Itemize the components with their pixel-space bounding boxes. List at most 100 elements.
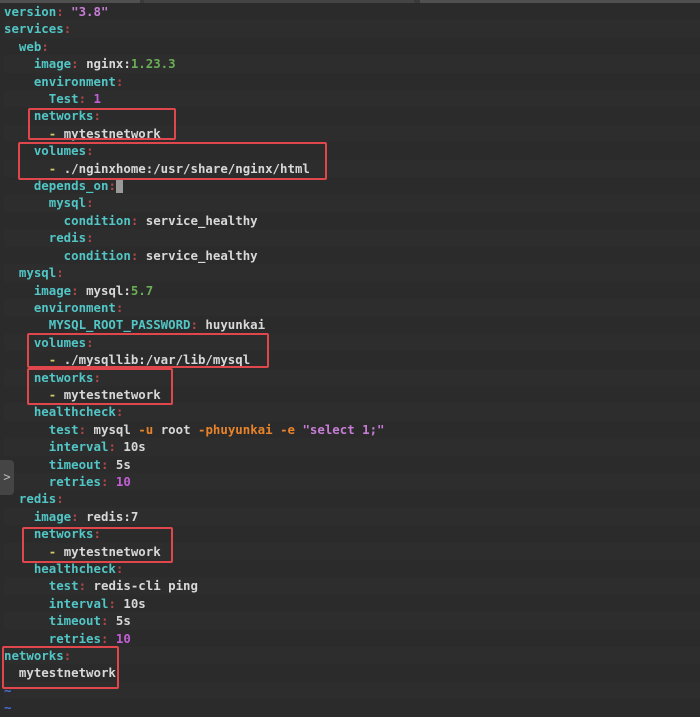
yaml-colon: : (78, 91, 94, 107)
yaml-colon: : (78, 578, 94, 594)
yaml-value: mytestnetwork (63, 125, 161, 141)
code-line[interactable]: version: "3.8" (4, 3, 700, 20)
yaml-key: interval (4, 595, 109, 611)
code-line[interactable]: - mytestnetwork (4, 542, 700, 560)
yaml-list-dash: - (4, 125, 64, 141)
code-line[interactable]: redis: (4, 229, 700, 247)
yaml-key: web (4, 38, 42, 54)
yaml-colon: : (86, 230, 94, 246)
code-line[interactable]: environment: (4, 298, 700, 317)
yaml-list-dash: - (4, 160, 64, 176)
yaml-colon: : (115, 299, 124, 315)
code-line[interactable]: redis: (4, 490, 700, 507)
code-line[interactable]: networks: (4, 525, 700, 542)
code-line[interactable]: condition: service_healthy (4, 212, 700, 229)
code-line[interactable]: web: (4, 38, 700, 55)
code-line[interactable]: - ./nginxhome:/usr/share/nginx/html (4, 159, 700, 178)
code-line[interactable]: environment: (4, 73, 700, 90)
yaml-colon: : (100, 613, 116, 629)
code-line[interactable]: - mytestnetwork (4, 386, 700, 403)
yaml-number: 10 (115, 473, 131, 489)
code-line[interactable]: networks: (4, 107, 700, 124)
code-line[interactable]: healthcheck: (4, 560, 700, 577)
yaml-key: depends_on (4, 178, 109, 194)
code-line[interactable]: MYSQL_ROOT_PASSWORD: huyunkai (4, 316, 700, 333)
yaml-key: interval (4, 439, 109, 455)
code-line[interactable]: Test: 1 (4, 90, 700, 108)
yaml-key: networks (4, 108, 94, 124)
yaml-colon: : (108, 178, 116, 194)
code-line[interactable]: ~ (4, 699, 700, 716)
yaml-colon: : (86, 334, 94, 350)
code-line[interactable]: networks: (4, 368, 700, 386)
code-line[interactable]: image: mysql:5.7 (4, 282, 700, 299)
code-line[interactable]: timeout: 5s (4, 612, 700, 630)
yaml-value: service_healthy (145, 247, 258, 263)
code-line[interactable]: volumes: (4, 142, 700, 159)
code-line[interactable]: image: redis:7 (4, 507, 700, 526)
code-line[interactable]: test: mysql -u root -phuyunkai -e "selec… (4, 421, 700, 438)
code-line[interactable]: retries: 10 (4, 472, 700, 491)
yaml-colon: : (108, 439, 124, 455)
code-line[interactable]: condition: service_healthy (4, 247, 700, 264)
yaml-colon: : (100, 473, 116, 489)
yaml-number: 5.7 (130, 282, 154, 298)
yaml-key: timeout (4, 613, 101, 629)
code-line[interactable]: mysql: (4, 194, 700, 212)
yaml-colon: : (93, 369, 101, 385)
yaml-string: "3.8" (71, 4, 109, 19)
yaml-value: 10s (123, 595, 146, 611)
yaml-colon: : (115, 404, 124, 420)
yaml-key: services (4, 21, 64, 37)
yaml-colon: : (100, 630, 116, 646)
chevron-right-icon[interactable]: > (0, 460, 14, 495)
yaml-key: volumes (4, 143, 87, 159)
code-line[interactable]: test: redis-cli ping (4, 577, 700, 595)
yaml-key: retries (4, 473, 101, 489)
yaml-number: 10 (115, 630, 131, 646)
yaml-colon: : (93, 108, 101, 124)
yaml-value: mysql: (86, 282, 131, 298)
yaml-key: image (4, 56, 72, 72)
yaml-value: service_healthy (145, 212, 258, 228)
yaml-key: healthcheck (4, 404, 116, 420)
yaml-value: huyunkai (205, 317, 266, 333)
yaml-colon: : (115, 73, 124, 89)
yaml-key: image (4, 282, 72, 298)
code-line[interactable]: - mytestnetwork (4, 124, 700, 143)
yaml-value: mytestnetwork (4, 665, 116, 681)
code-line[interactable]: interval: 10s (4, 595, 700, 612)
code-line[interactable]: ~ (4, 681, 700, 700)
yaml-value: mytestnetwork (63, 543, 161, 559)
yaml-colon: : (130, 212, 146, 228)
yaml-colon: : (41, 38, 49, 54)
yaml-value: root (160, 421, 198, 437)
yaml-colon: : (56, 265, 64, 281)
yaml-value: 5s (115, 613, 131, 629)
code-line[interactable]: - ./mysqllib:/var/lib/mysql (4, 351, 700, 368)
yaml-number: 1.23.3 (130, 56, 176, 72)
code-line[interactable]: volumes: (4, 333, 700, 352)
code-line[interactable]: services: (4, 20, 700, 38)
code-line[interactable]: mysql: (4, 264, 700, 282)
code-line[interactable]: healthcheck: (4, 403, 700, 421)
yaml-colon: : (63, 648, 72, 664)
code-line[interactable]: image: nginx:1.23.3 (4, 55, 700, 73)
code-line[interactable]: mytestnetwork (4, 664, 700, 681)
code-line[interactable]: networks: (4, 647, 700, 665)
code-line[interactable]: interval: 10s (4, 438, 700, 456)
yaml-key: mysql (4, 195, 87, 211)
yaml-flag: -e (280, 421, 303, 437)
yaml-colon: : (108, 595, 124, 611)
yaml-key: Test (4, 91, 79, 107)
yaml-value: nginx: (86, 56, 131, 72)
yaml-value: ./nginxhome:/usr/share/nginx/html (63, 160, 310, 176)
code-line[interactable]: depends_on: (4, 177, 700, 194)
code-editor[interactable]: version: "3.8" services: web: image: ngin… (4, 3, 700, 717)
code-line[interactable]: retries: 10 (4, 630, 700, 647)
code-line[interactable]: timeout: 5s (4, 456, 700, 473)
yaml-colon: : (190, 317, 206, 333)
yaml-key: condition (4, 212, 131, 228)
yaml-key: networks (4, 369, 94, 385)
yaml-string: "select 1;" (302, 421, 385, 437)
